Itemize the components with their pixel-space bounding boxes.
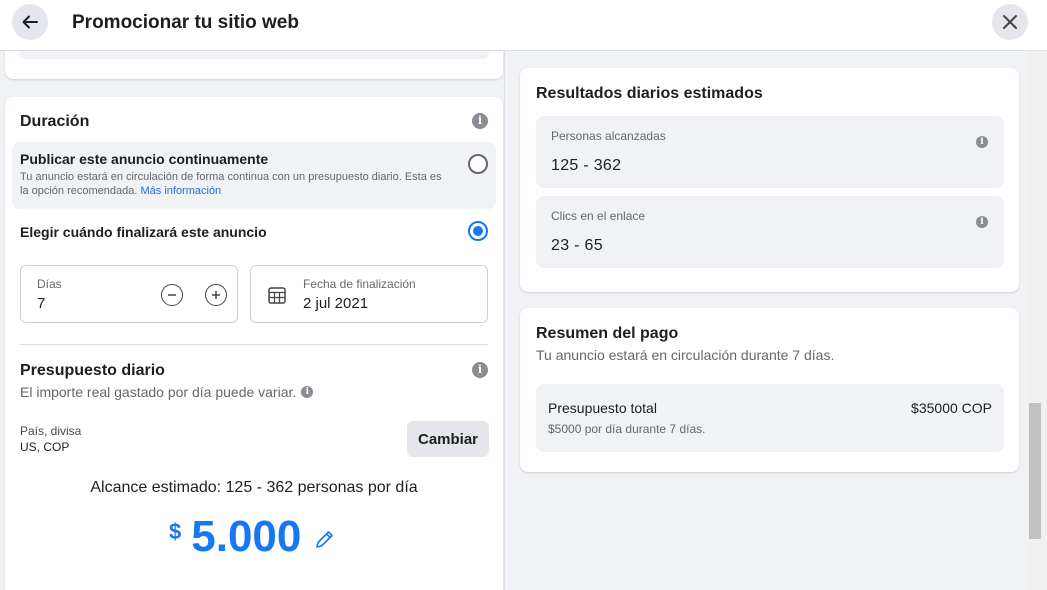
right-column: Resultados diarios estimados Personas al… bbox=[506, 51, 1028, 590]
total-budget-detail: $5000 por día durante 7 días. bbox=[548, 422, 706, 436]
scrollbar[interactable] bbox=[1028, 51, 1047, 590]
payment-summary-card: Resumen del pago Tu anuncio estará en ci… bbox=[520, 308, 1019, 472]
metric-clicks: Clics en el enlace 23 - 65 i bbox=[536, 196, 1004, 268]
close-icon bbox=[1003, 15, 1017, 29]
days-value: 7 bbox=[37, 295, 46, 312]
calendar-icon bbox=[268, 287, 286, 304]
arrow-left-icon bbox=[22, 15, 38, 29]
left-column: Duración i Publicar este anuncio continu… bbox=[0, 51, 505, 590]
results-title: Resultados diarios estimados bbox=[536, 85, 763, 102]
previous-section-bar bbox=[19, 51, 489, 59]
metric-reach-value: 125 - 362 bbox=[551, 157, 622, 174]
plus-icon bbox=[212, 291, 220, 299]
metric-clicks-label: Clics en el enlace bbox=[551, 209, 646, 223]
pencil-icon[interactable] bbox=[313, 529, 335, 551]
results-card: Resultados diarios estimados Personas al… bbox=[520, 68, 1019, 292]
minus-icon bbox=[168, 294, 176, 296]
option-end-title: Elegir cuándo finalizará este anuncio bbox=[20, 224, 267, 240]
summary-subtitle: Tu anuncio estará en circulación durante… bbox=[536, 347, 835, 363]
small-info-icon[interactable]: i bbox=[301, 386, 314, 398]
option-continuous-desc-text: Tu anuncio estará en circulación de form… bbox=[20, 171, 442, 197]
summary-title: Resumen del pago bbox=[536, 325, 679, 342]
country-currency-value: US, COP bbox=[20, 440, 70, 454]
divider bbox=[20, 344, 488, 345]
total-budget-value: $35000 COP bbox=[911, 400, 992, 416]
amount-value: 5.000 bbox=[191, 512, 302, 561]
end-date-value: 2 jul 2021 bbox=[303, 295, 369, 312]
budget-subtitle: El importe real gastado por día puede va… bbox=[20, 384, 297, 400]
info-icon[interactable]: i bbox=[472, 113, 488, 129]
days-label: Días bbox=[37, 277, 62, 291]
budget-info-icon[interactable]: i bbox=[472, 362, 488, 378]
total-budget-label: Presupuesto total bbox=[548, 400, 657, 416]
option-continuous-title: Publicar este anuncio continuamente bbox=[20, 151, 269, 167]
previous-section-card bbox=[5, 51, 503, 79]
decrease-button[interactable] bbox=[161, 284, 183, 306]
estimated-reach: Alcance estimado: 125 - 362 personas por… bbox=[90, 479, 418, 496]
total-budget-box: Presupuesto total $5000 por día durante … bbox=[536, 384, 1004, 452]
scrollbar-thumb[interactable] bbox=[1029, 403, 1041, 539]
country-currency-label: País, divisa bbox=[20, 424, 82, 438]
option-continuous-description: Tu anuncio estará en circulación de form… bbox=[20, 170, 450, 198]
back-button[interactable] bbox=[12, 4, 48, 40]
radio-continuous[interactable] bbox=[468, 154, 488, 174]
budget-title: Presupuesto diario bbox=[20, 362, 165, 379]
metric-reach: Personas alcanzadas 125 - 362 i bbox=[536, 116, 1004, 188]
radio-end-date[interactable] bbox=[468, 221, 488, 241]
end-date-label: Fecha de finalización bbox=[303, 277, 416, 291]
metric-clicks-info-icon[interactable]: i bbox=[976, 216, 988, 228]
close-button[interactable] bbox=[992, 4, 1028, 40]
budget-amount[interactable]: $ 5.000 bbox=[169, 507, 335, 567]
option-continuous[interactable]: Publicar este anuncio continuamente Tu a… bbox=[12, 142, 496, 209]
currency-symbol: $ bbox=[169, 519, 182, 544]
duration-budget-card: Duración i Publicar este anuncio continu… bbox=[5, 97, 503, 590]
days-field[interactable]: Días 7 bbox=[20, 265, 238, 323]
more-info-link[interactable]: Más información bbox=[140, 185, 221, 197]
metric-reach-info-icon[interactable]: i bbox=[976, 136, 988, 148]
header: Promocionar tu sitio web bbox=[0, 0, 1047, 51]
metric-reach-label: Personas alcanzadas bbox=[551, 129, 666, 143]
change-button[interactable]: Cambiar bbox=[407, 421, 489, 457]
page-title: Promocionar tu sitio web bbox=[72, 12, 299, 33]
budget-subtitle-row: El importe real gastado por día puede va… bbox=[20, 384, 314, 400]
increase-button[interactable] bbox=[205, 284, 227, 306]
end-date-field[interactable]: Fecha de finalización 2 jul 2021 bbox=[250, 265, 488, 323]
duration-title: Duración bbox=[20, 113, 90, 130]
metric-clicks-value: 23 - 65 bbox=[551, 237, 603, 254]
